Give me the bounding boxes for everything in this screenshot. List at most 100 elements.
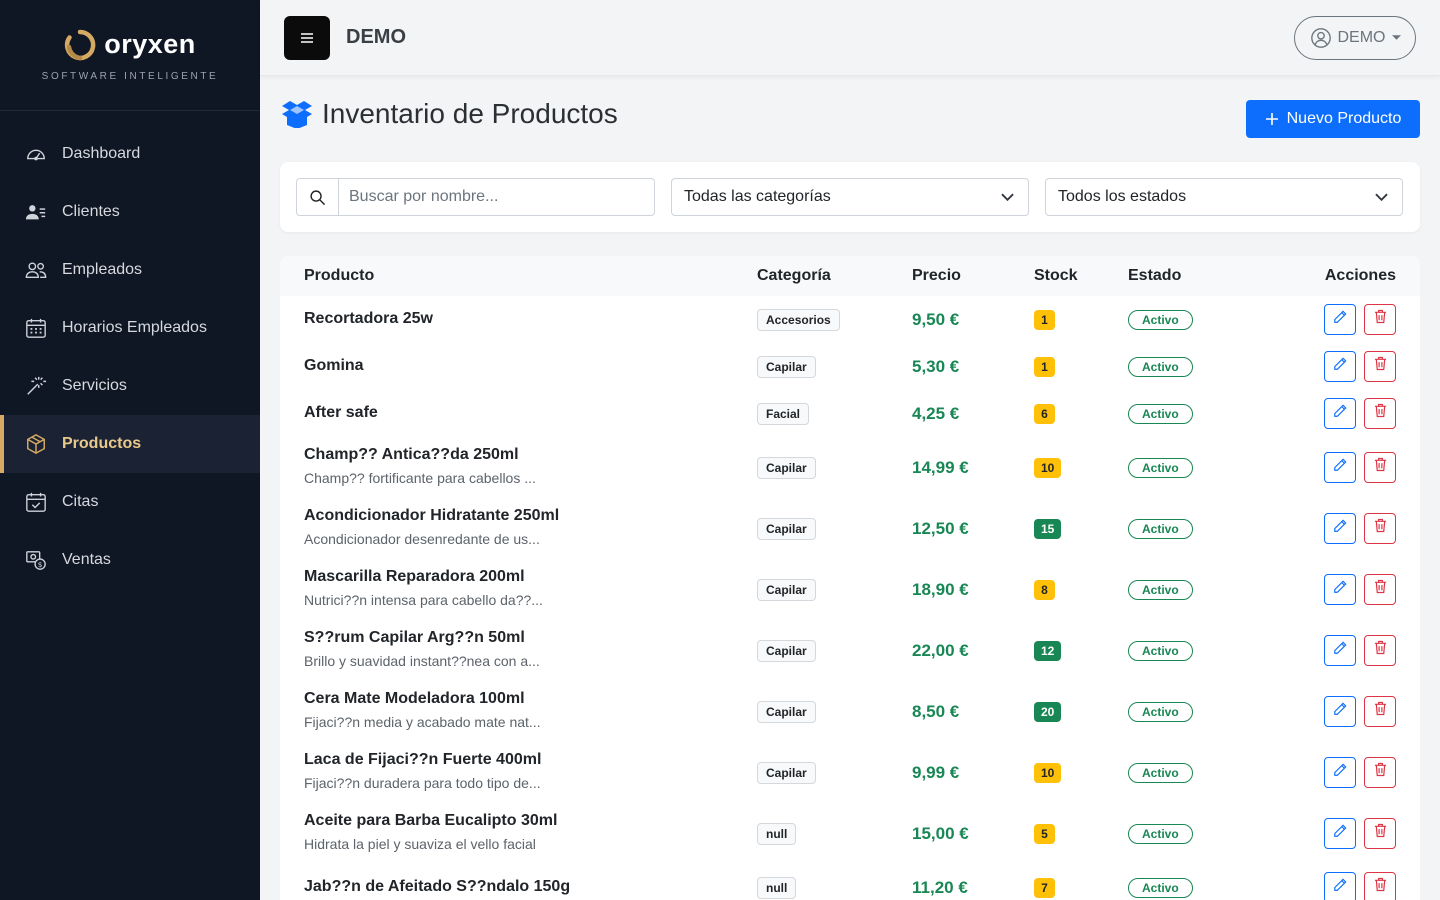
delete-button[interactable] [1364, 350, 1396, 382]
status-badge: Activo [1128, 579, 1193, 600]
box-icon [24, 432, 48, 456]
product-name: S??rum Capilar Arg??n 50ml [304, 629, 525, 646]
product-description: Brillo y suavidad instant??nea con a... [304, 653, 540, 669]
product-name: After safe [304, 403, 378, 421]
delete-button[interactable] [1364, 512, 1396, 544]
delete-button[interactable] [1364, 303, 1396, 335]
product-name: Acondicionador Hidratante 250ml [304, 507, 560, 524]
product-name: Jab??n de Afeitado S??ndalo 150g [304, 877, 571, 895]
status-badge: Activo [1128, 762, 1193, 783]
edit-button[interactable] [1324, 634, 1356, 666]
calendar-grid-icon [24, 316, 48, 340]
stock-badge: 7 [1034, 877, 1055, 898]
status-select[interactable]: Todos los estados [1045, 178, 1403, 216]
people-icon [24, 258, 48, 282]
edit-button[interactable] [1324, 573, 1356, 605]
product-price: 18,90 € [912, 579, 969, 599]
status-badge: Activo [1128, 877, 1193, 898]
new-product-button[interactable]: Nuevo Producto [1246, 100, 1420, 138]
page-title-text: Inventario de Productos [322, 98, 618, 129]
hamburger-icon [301, 33, 313, 43]
stock-badge: 15 [1034, 518, 1062, 539]
menu-toggle-button[interactable] [284, 16, 330, 60]
edit-button[interactable] [1324, 695, 1356, 727]
status-badge: Activo [1128, 309, 1193, 330]
brand-name: oryxen [104, 29, 196, 59]
category-badge: Capilar [757, 456, 816, 479]
pencil-icon [1333, 702, 1347, 721]
product-price: 12,50 € [912, 518, 969, 538]
edit-button[interactable] [1324, 397, 1356, 429]
table-row: Gomina Capilar 5,30 € 1 Activo [280, 343, 1420, 390]
edit-button[interactable] [1324, 303, 1356, 335]
product-price: 14,99 € [912, 457, 969, 477]
header-actions: Acciones [1324, 267, 1396, 284]
sidebar-item-horarios-empleados[interactable]: Horarios Empleados [0, 299, 260, 357]
category-badge: Capilar [757, 578, 816, 601]
search-input[interactable] [339, 179, 654, 215]
calendar-check-icon [24, 490, 48, 514]
edit-button[interactable] [1324, 512, 1356, 544]
sidebar-item-label: Citas [62, 493, 99, 510]
pencil-icon [1333, 458, 1347, 477]
sidebar-nav: Dashboard Clientes Empleados Horarios Em… [0, 125, 260, 589]
status-badge: Activo [1128, 457, 1193, 478]
product-price: 8,50 € [912, 701, 960, 721]
delete-button[interactable] [1364, 871, 1396, 900]
user-menu-button[interactable]: DEMO [1294, 16, 1416, 60]
trash-icon [1374, 356, 1387, 376]
stock-badge: 8 [1034, 579, 1055, 600]
edit-button[interactable] [1324, 756, 1356, 788]
category-badge: Capilar [757, 639, 816, 662]
sidebar-item-clientes[interactable]: Clientes [0, 183, 260, 241]
oryxen-logo-icon [65, 29, 96, 60]
trash-icon [1374, 762, 1387, 782]
sidebar: oryxen SOFTWARE INTELIGENTE Dashboard Cl… [0, 0, 260, 900]
box-open-icon [282, 101, 312, 128]
product-description: Hidrata la piel y suaviza el vello facia… [304, 836, 536, 852]
product-description: Champ?? fortificante para cabellos ... [304, 470, 536, 486]
product-description: Nutrici??n intensa para cabello da??... [304, 592, 543, 608]
sidebar-item-servicios[interactable]: Servicios [0, 357, 260, 415]
delete-button[interactable] [1364, 817, 1396, 849]
delete-button[interactable] [1364, 573, 1396, 605]
stock-badge: 12 [1034, 640, 1062, 661]
status-badge: Activo [1128, 403, 1193, 424]
status-badge: Activo [1128, 640, 1193, 661]
product-name: Cera Mate Modeladora 100ml [304, 690, 525, 707]
delete-button[interactable] [1364, 695, 1396, 727]
edit-button[interactable] [1324, 350, 1356, 382]
sidebar-item-productos[interactable]: Productos [0, 415, 260, 473]
table-row: Laca de Fijaci??n Fuerte 400ml Fijaci??n … [280, 742, 1420, 803]
category-badge: null [757, 822, 797, 845]
delete-button[interactable] [1364, 756, 1396, 788]
category-select[interactable]: Todas las categorías [671, 178, 1029, 216]
delete-button[interactable] [1364, 634, 1396, 666]
sidebar-item-citas[interactable]: Citas [0, 473, 260, 531]
trash-icon [1374, 403, 1387, 423]
edit-button[interactable] [1324, 871, 1356, 900]
topbar-title: DEMO [346, 26, 406, 48]
chevron-down-icon [1375, 193, 1388, 201]
delete-button[interactable] [1364, 397, 1396, 429]
sidebar-item-ventas[interactable]: $ Ventas [0, 531, 260, 589]
sidebar-item-empleados[interactable]: Empleados [0, 241, 260, 299]
pencil-icon [1333, 878, 1347, 897]
product-description: Fijaci??n media y acabado mate nat... [304, 714, 541, 730]
brand: oryxen SOFTWARE INTELIGENTE [0, 0, 260, 111]
products-table: Producto Categoría Precio Stock Estado A… [280, 256, 1420, 900]
user-name: DEMO [1337, 29, 1386, 46]
product-price: 15,00 € [912, 823, 969, 843]
status-select-value: Todos los estados [1058, 188, 1187, 205]
delete-button[interactable] [1364, 451, 1396, 483]
edit-button[interactable] [1324, 817, 1356, 849]
product-name: Champ?? Antica??da 250ml [304, 446, 519, 463]
pencil-icon [1333, 310, 1347, 329]
filters-card: Todas las categorías Todos los estados [280, 162, 1420, 232]
category-select-value: Todas las categorías [684, 188, 831, 205]
user-circle-icon [1310, 28, 1331, 48]
sidebar-item-dashboard[interactable]: Dashboard [0, 125, 260, 183]
table-row: Recortadora 25w Accesorios 9,50 € 1 Activo [280, 296, 1420, 343]
edit-button[interactable] [1324, 451, 1356, 483]
product-price: 9,50 € [912, 309, 960, 329]
